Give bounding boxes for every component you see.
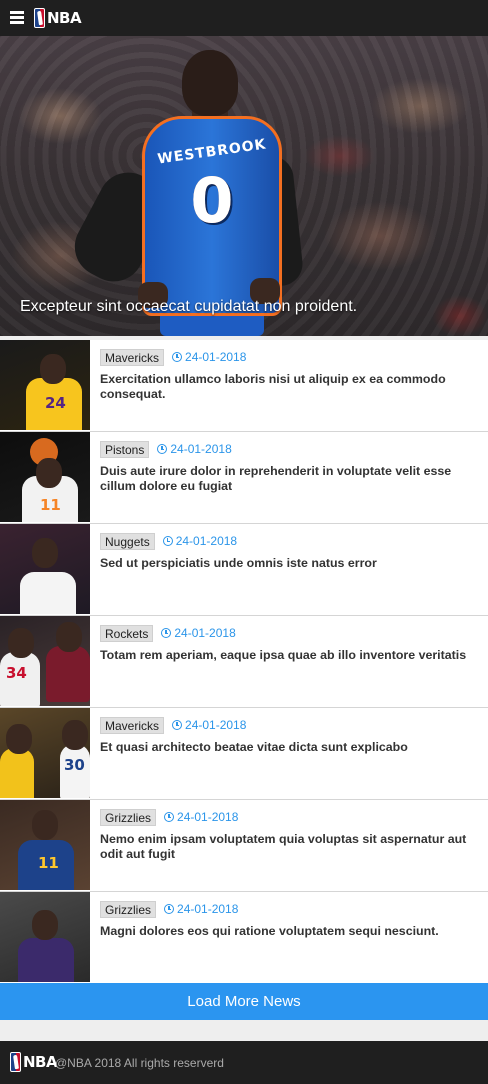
news-title[interactable]: Nemo enim ipsam voluptatem quia voluptas… (100, 832, 480, 862)
hamburger-menu-icon[interactable] (10, 11, 24, 24)
clock-icon (172, 352, 183, 362)
clock-icon (164, 812, 175, 822)
clock-icon (161, 628, 172, 638)
news-thumbnail (0, 524, 90, 614)
news-item[interactable]: Nuggets 24-01-2018 Sed ut perspiciatis u… (0, 524, 488, 616)
team-tag[interactable]: Pistons (100, 440, 150, 458)
news-date: 24-01-2018 (177, 810, 239, 824)
news-date: 24-01-2018 (185, 718, 247, 732)
news-thumbnail: 34 (0, 616, 90, 706)
news-date: 24-01-2018 (177, 902, 239, 916)
news-thumbnail (0, 892, 90, 982)
news-item[interactable]: 11 Pistons 24-01-2018 Duis aute irure do… (0, 432, 488, 524)
news-title[interactable]: Exercitation ullamco laboris nisi ut ali… (100, 372, 480, 402)
clock-icon (172, 720, 183, 730)
news-thumbnail: 11 (0, 800, 90, 890)
news-title[interactable]: Magni dolores eos qui ratione voluptatem… (100, 924, 480, 939)
news-item[interactable]: Grizzlies 24-01-2018 Magni dolores eos q… (0, 892, 488, 984)
news-date: 24-01-2018 (185, 350, 247, 364)
news-thumbnail: 30 (0, 708, 90, 798)
news-item[interactable]: 11 Grizzlies 24-01-2018 Nemo enim ipsam … (0, 800, 488, 892)
team-tag[interactable]: Mavericks (100, 348, 165, 366)
news-date: 24-01-2018 (175, 534, 238, 548)
news-title[interactable]: Et quasi architecto beatae vitae dicta s… (100, 740, 480, 755)
clock-icon (164, 904, 175, 914)
jersey-number: 0 (190, 164, 234, 237)
hero-banner[interactable]: WESTBROOK 0 Excepteur sint occaecat cupi… (0, 36, 488, 336)
news-list: 24 Mavericks 24-01-2018 Exercitation ull… (0, 340, 488, 984)
news-thumbnail: 11 (0, 432, 90, 522)
nba-logo[interactable]: NBA (34, 8, 82, 28)
clock-icon (157, 444, 168, 454)
team-tag[interactable]: Nuggets (100, 532, 155, 550)
news-date: 24-01-2018 (170, 442, 232, 456)
footer-copyright: @NBA 2018 All rights reserverd (55, 1056, 224, 1070)
clock-icon (162, 536, 173, 546)
news-item[interactable]: 24 Mavericks 24-01-2018 Exercitation ull… (0, 340, 488, 432)
news-title[interactable]: Duis aute irure dolor in reprehenderit i… (100, 464, 480, 494)
load-more-button[interactable]: Load More News (0, 983, 488, 1020)
nba-logo-icon (34, 8, 45, 28)
news-title[interactable]: Totam rem aperiam, eaque ipsa quae ab il… (100, 648, 480, 663)
news-date: 24-01-2018 (174, 626, 236, 640)
hero-caption: Excepteur sint occaecat cupidatat non pr… (20, 298, 358, 315)
top-header: NBA (0, 0, 488, 36)
news-item[interactable]: 30 Mavericks 24-01-2018 Et quasi archite… (0, 708, 488, 800)
news-thumbnail: 24 (0, 340, 90, 430)
team-tag[interactable]: Rockets (100, 624, 154, 642)
team-tag[interactable]: Mavericks (100, 716, 165, 734)
team-tag[interactable]: Grizzlies (100, 808, 157, 826)
news-title[interactable]: Sed ut perspiciatis unde omnis iste natu… (100, 556, 480, 571)
news-item[interactable]: 34 Rockets 24-01-2018 Totam rem aperiam,… (0, 616, 488, 708)
hero-player-image: WESTBROOK 0 (64, 46, 310, 336)
team-tag[interactable]: Grizzlies (100, 900, 157, 918)
footer-nba-logo[interactable]: NBA (10, 1052, 58, 1072)
nba-logo-icon (10, 1052, 21, 1072)
